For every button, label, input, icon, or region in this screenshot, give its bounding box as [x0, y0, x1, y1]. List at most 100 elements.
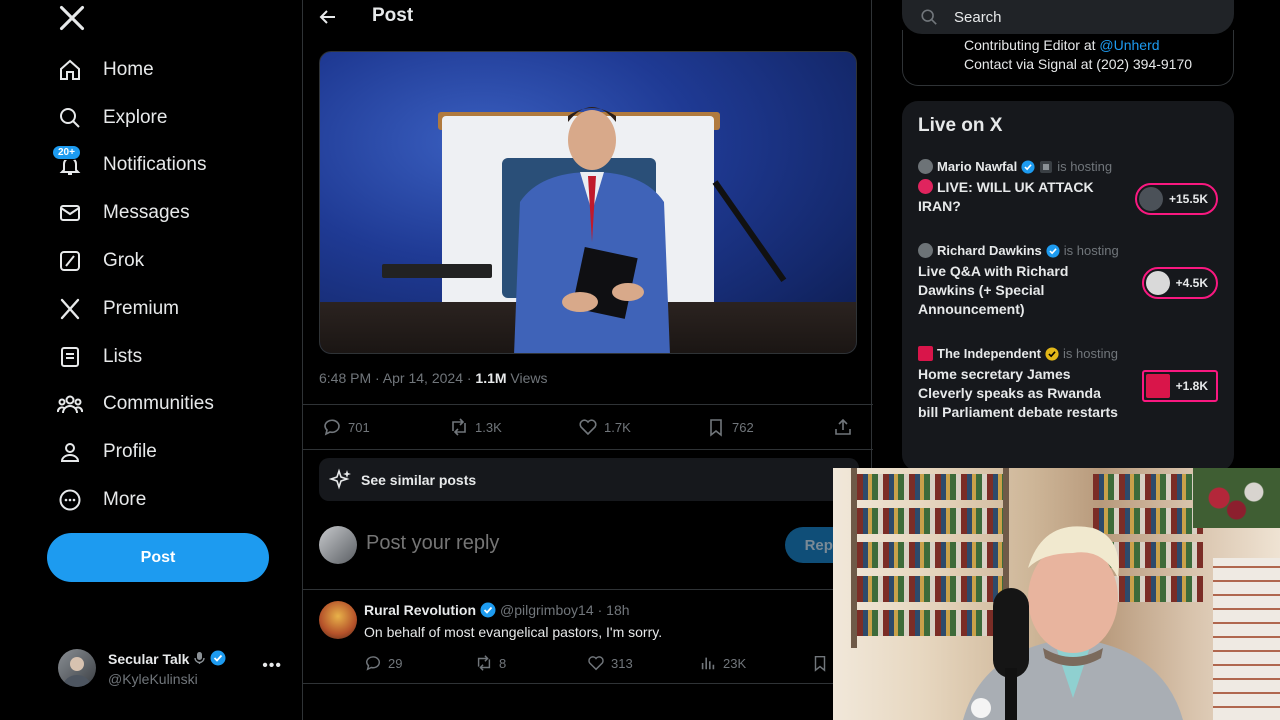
commenter-handle[interactable]: @pilgrimboy14: [500, 602, 594, 618]
see-similar-posts-button[interactable]: See similar posts: [319, 458, 859, 501]
share-action[interactable]: [833, 417, 853, 437]
bookmark-icon: [814, 655, 826, 672]
verified-badge-icon: [1021, 159, 1035, 174]
comment-repost-action[interactable]: 8: [475, 654, 506, 672]
reply-action[interactable]: 701: [322, 417, 370, 437]
reply-avatar: [319, 526, 357, 564]
reply-post[interactable]: Rural Revolution @pilgrimboy14 · 18h On …: [303, 590, 873, 684]
back-arrow-icon[interactable]: [318, 7, 338, 27]
x-logo-icon[interactable]: [58, 4, 86, 32]
reply-composer: Reply: [303, 510, 873, 590]
live-listeners-pill[interactable]: +15.5K: [1134, 183, 1218, 215]
nav-item-explore[interactable]: Explore: [56, 94, 214, 142]
bio-line-1-text: Contributing Editor at: [964, 37, 1100, 53]
comment-text: On behalf of most evangelical pastors, I…: [364, 624, 663, 640]
share-icon: [835, 418, 851, 435]
search-input[interactable]: [954, 8, 1214, 26]
nav-label-notifications: Notifications: [103, 154, 207, 176]
like-count: 1.7K: [604, 419, 631, 435]
heart-icon: [588, 656, 604, 671]
nav-label-profile: Profile: [103, 441, 157, 463]
bookshelf-row: [857, 474, 1003, 500]
nav-item-lists[interactable]: Lists: [56, 333, 214, 381]
live-on-x-card: Live on X Mario Nawfal is hosting LIVE: …: [902, 101, 1234, 471]
like-action[interactable]: 1.7K: [578, 417, 631, 437]
is-hosting-label: is hosting: [1063, 346, 1118, 361]
live-listener-count: +4.5K: [1175, 276, 1208, 290]
repost-icon: [477, 655, 491, 671]
webcam-streamer: [963, 526, 1183, 720]
nav-label-grok: Grok: [103, 250, 145, 272]
brick-fireplace: [1213, 558, 1280, 720]
page-title: Post: [372, 5, 414, 26]
comment-reply-action[interactable]: 29: [364, 654, 402, 672]
search-icon: [56, 104, 84, 132]
nav-item-premium[interactable]: Premium: [56, 285, 214, 333]
live-card-title: Live on X: [918, 115, 1003, 136]
comment-bookmark-action[interactable]: [811, 654, 829, 672]
bookmark-action[interactable]: 762: [706, 417, 754, 437]
more-circle-icon: [56, 486, 84, 514]
nav-item-communities[interactable]: Communities: [56, 381, 214, 429]
notifications-badge: 20+: [52, 144, 81, 160]
reply-count: 701: [348, 419, 370, 435]
account-switcher[interactable]: Secular Talk @KyleKulinski •••: [58, 645, 288, 691]
search-bar[interactable]: [902, 0, 1234, 34]
reply-icon: [324, 419, 340, 436]
bio-mention-link[interactable]: @Unherd: [1099, 37, 1159, 53]
repost-icon: [452, 418, 466, 436]
ellipsis-icon[interactable]: •••: [262, 657, 282, 675]
commenter-name[interactable]: Rural Revolution: [364, 602, 476, 618]
live-listeners-pill[interactable]: +1.8K: [1141, 370, 1218, 402]
live-dot-icon: [918, 179, 933, 194]
comment-like-action[interactable]: 313: [587, 654, 633, 672]
host-avatar: [918, 159, 933, 174]
comment-repost-count: 8: [499, 655, 507, 671]
listener-avatar: [1138, 187, 1163, 211]
listener-avatar: [1145, 271, 1170, 295]
nav-label-premium: Premium: [103, 297, 180, 319]
comment-like-count: 313: [611, 655, 633, 671]
live-title: Home secretary James Cleverly speaks as …: [918, 366, 1118, 420]
repost-count: 1.3K: [475, 419, 502, 435]
sparkle-icon: [329, 467, 351, 490]
grok-icon: [56, 247, 84, 275]
nav-item-messages[interactable]: Messages: [56, 189, 214, 237]
verified-badge-icon: [1046, 243, 1060, 258]
person-icon: [56, 438, 84, 466]
live-item[interactable]: Richard Dawkins is hosting Live Q&A with…: [918, 243, 1218, 319]
nav-item-notifications[interactable]: 20+ Notifications: [52, 142, 214, 190]
post-action-bar: 701 1.3K 1.7K 762: [303, 404, 873, 450]
repost-action[interactable]: 1.3K: [449, 417, 502, 437]
account-handle: @KyleKulinski: [108, 670, 198, 687]
nav-label-home: Home: [103, 58, 154, 80]
comment-views-count: 23K: [723, 655, 747, 671]
post-timestamp-views: 6:48 PM · Apr 14, 2024 · 1.1M Views: [319, 370, 548, 386]
live-item[interactable]: The Independent is hosting Home secretar…: [918, 346, 1218, 422]
reply-input[interactable]: [366, 532, 726, 555]
comment-views-action[interactable]: 23K: [699, 654, 746, 672]
live-listeners-pill[interactable]: +4.5K: [1141, 267, 1218, 299]
post-video[interactable]: [319, 51, 857, 354]
communities-icon: [56, 390, 84, 418]
nav-item-grok[interactable]: Grok: [56, 237, 214, 285]
live-item[interactable]: Mario Nawfal is hosting LIVE: WILL UK AT…: [918, 159, 1218, 216]
reply-icon: [365, 656, 380, 671]
host-avatar: [918, 346, 933, 361]
webcam-overlay: [833, 468, 1280, 720]
nav-item-home[interactable]: Home: [56, 46, 214, 94]
listener-avatar: [1145, 374, 1170, 398]
bio-line-1: Contributing Editor at @Unherd: [964, 37, 1160, 53]
analytics-icon: [701, 657, 715, 670]
commenter-avatar[interactable]: [319, 601, 357, 639]
see-similar-posts-label: See similar posts: [361, 471, 477, 488]
comment-time: · 18h: [597, 602, 630, 618]
post-button[interactable]: Post: [47, 533, 269, 582]
live-listener-count: +1.8K: [1175, 379, 1208, 393]
post-timestamp: 6:48 PM · Apr 14, 2024 ·: [319, 370, 476, 386]
nav-label-messages: Messages: [103, 202, 190, 224]
live-title: LIVE: WILL UK ATTACK IRAN?: [918, 179, 1094, 214]
nav-item-more[interactable]: More: [56, 476, 214, 524]
comment-reply-count: 29: [388, 655, 403, 671]
nav-item-profile[interactable]: Profile: [56, 428, 214, 476]
